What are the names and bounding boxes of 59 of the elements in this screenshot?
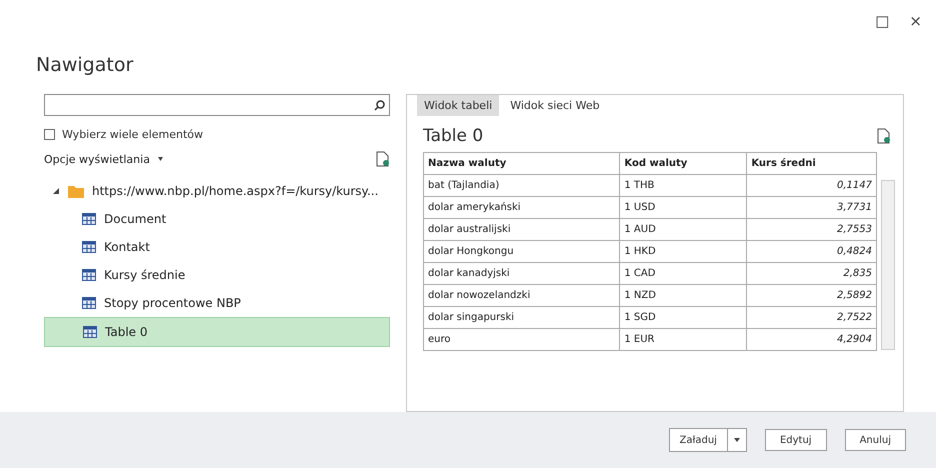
expand-arrow-icon[interactable] [52,187,60,195]
folder-icon [68,184,84,198]
table-icon [82,269,96,281]
dropdown-caret-icon [158,157,163,161]
new-document-icon[interactable] [877,128,891,144]
tree-item[interactable]: Document [44,205,390,233]
dropdown-caret-icon[interactable] [734,438,740,442]
table-cell: 2,835 [746,262,876,284]
table-cell: euro [424,328,620,350]
tree-item[interactable]: Stopy procentowe NBP [44,289,390,317]
tab[interactable]: Widok sieci Web [503,95,607,116]
checkbox[interactable] [44,129,55,140]
table-cell: 2,7553 [746,218,876,240]
table-icon [82,241,96,253]
close-button[interactable]: × [909,12,922,34]
table-cell: 0,4824 [746,240,876,262]
tree-item[interactable]: https://www.nbp.pl/home.aspx?f=/kursy/kursy... [44,177,390,205]
table-cell: 1 CAD [620,262,747,284]
dialog-button[interactable]: Anuluj [844,429,906,451]
table-cell: 0,1147 [746,174,876,196]
column-header: Nazwa waluty [424,152,620,174]
table-cell: 1 HKD [620,240,747,262]
table-icon [82,213,96,225]
preview-title: Table 0 [423,126,484,146]
maximize-button[interactable]: □ [875,12,890,34]
tree-item[interactable]: Kursy średnie [44,261,390,289]
table-cell: 1 SGD [620,306,747,328]
table-cell: 1 AUD [620,218,747,240]
table-cell: 4,2904 [746,328,876,350]
search-field[interactable] [44,94,390,116]
column-header: Kod waluty [620,152,747,174]
tab[interactable]: Widok tabeli [417,95,500,116]
table-cell: 1 THB [620,174,747,196]
column-header: Kurs średni [746,152,876,174]
search-icon[interactable] [374,100,385,110]
tree-item[interactable]: Table 0 [44,317,390,347]
load-button[interactable]: Załaduj [670,429,728,451]
load-split-button[interactable]: Załaduj [668,428,747,452]
table-cell: dolar australijski [424,218,620,240]
table-cell: dolar Hongkongu [424,240,620,262]
table-cell: dolar kanadyjski [424,262,620,284]
window-title: Nawigator [36,54,134,76]
table-cell: dolar nowozelandzki [424,284,620,306]
table-cell: bat (Tajlandia) [424,174,620,196]
new-document-icon[interactable] [376,151,390,167]
checkbox-label: Wybierz wiele elementów [62,128,204,141]
table-cell: 2,5892 [746,284,876,306]
table-cell: 2,7522 [746,306,876,328]
tree-item[interactable]: Kontakt [44,233,390,261]
table-cell: dolar amerykański [424,196,620,218]
table-cell: 3,7731 [746,196,876,218]
table-icon [83,326,97,338]
scrollbar[interactable] [881,180,895,350]
table-cell: dolar singapurski [424,306,620,328]
dialog-button[interactable]: Edytuj [764,429,827,451]
table-cell: 1 NZD [620,284,747,306]
table-cell: 1 EUR [620,328,747,350]
table-cell: 1 USD [620,196,747,218]
table-icon [82,297,96,309]
